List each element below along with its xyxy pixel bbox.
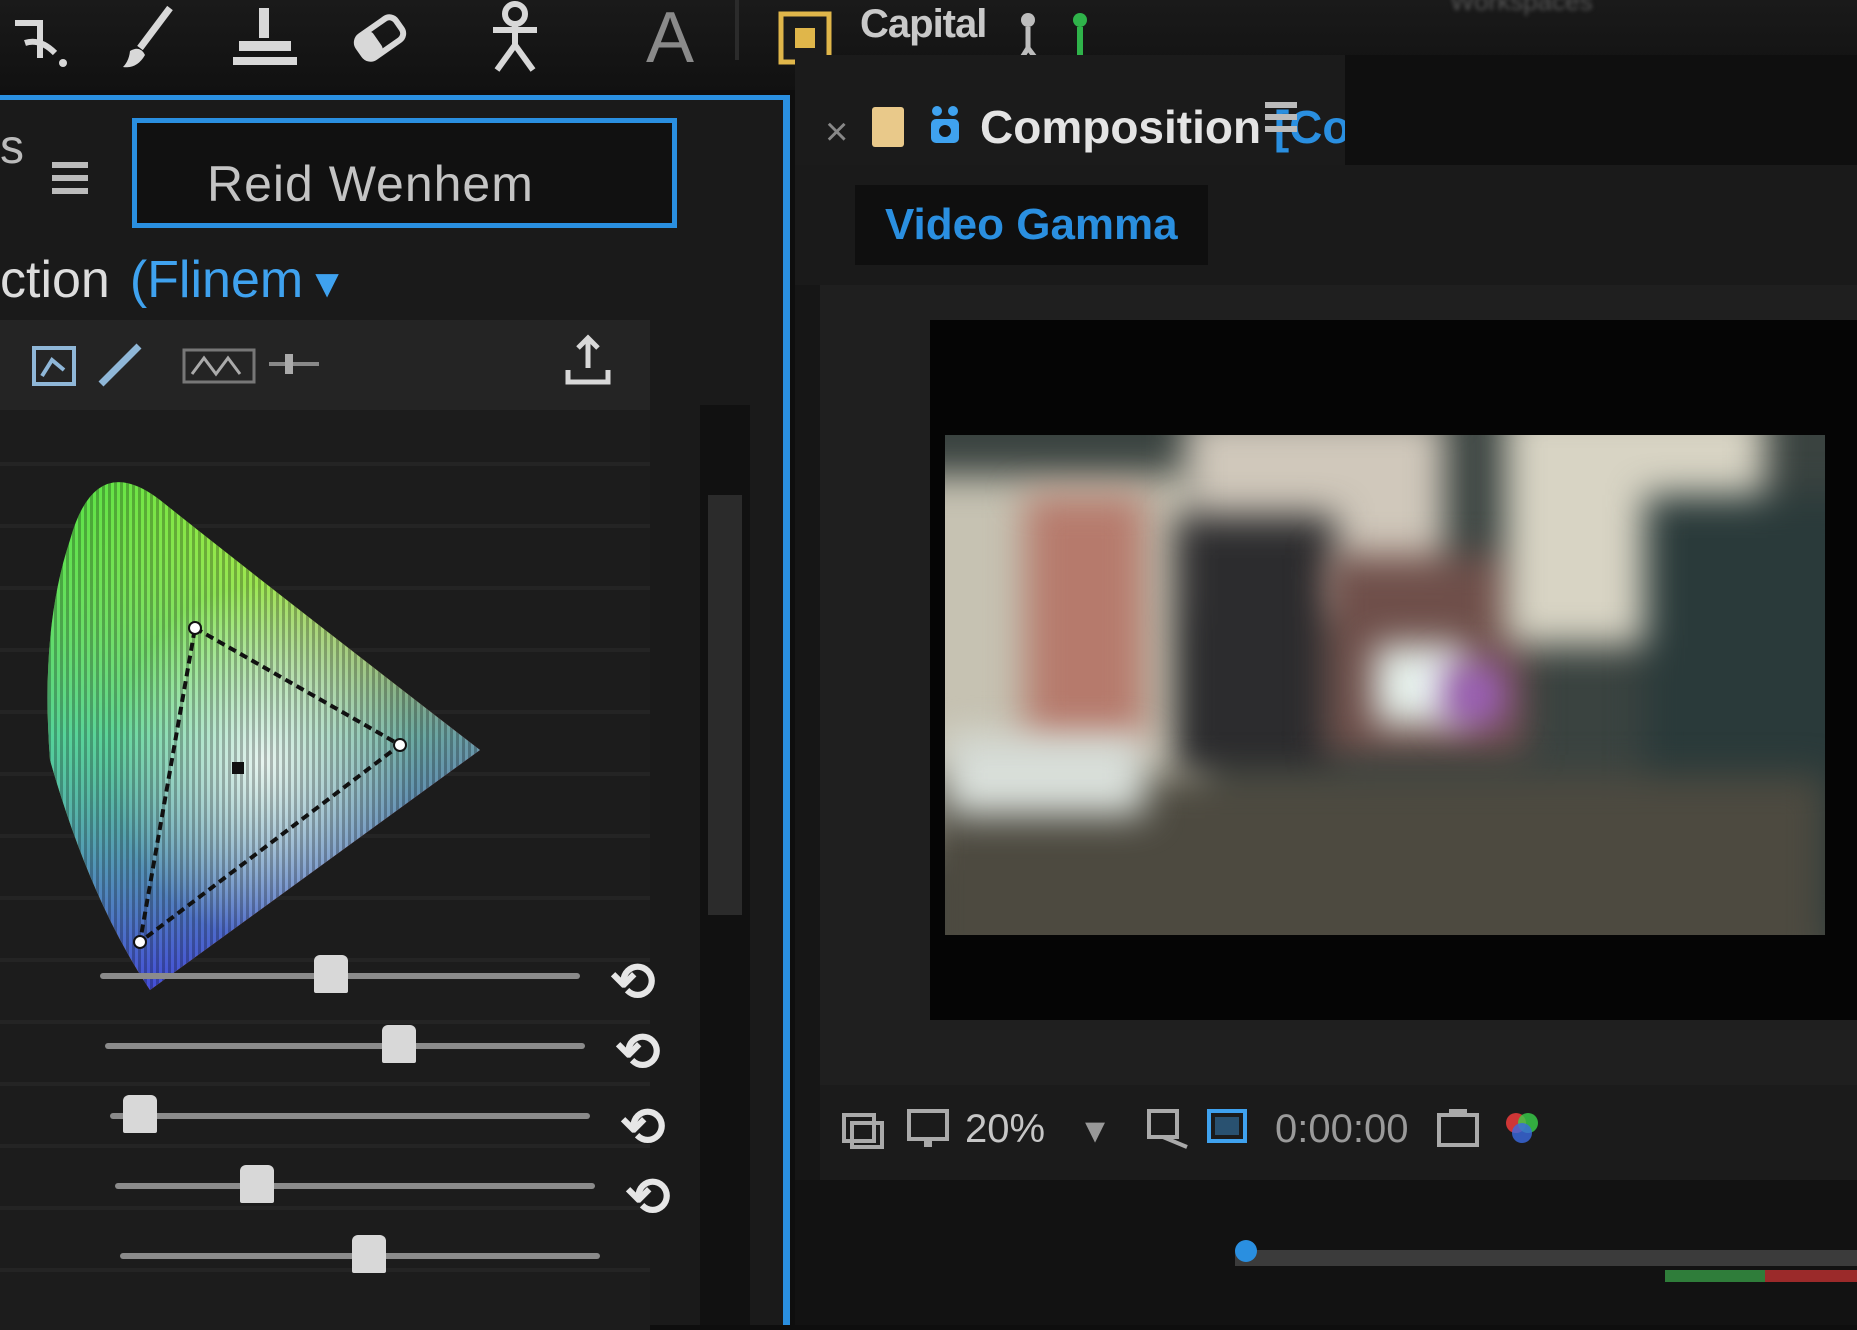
reset-icon[interactable]: ⟲: [610, 950, 655, 1013]
zoom-level[interactable]: 20%: [965, 1107, 1045, 1152]
slider-icon[interactable]: [265, 340, 325, 395]
transparency-grid-icon[interactable]: [1205, 1105, 1251, 1156]
slider-thumb[interactable]: [314, 955, 348, 993]
panel-title-tab[interactable]: Reid Wenhem: [132, 118, 677, 228]
parameter-slider[interactable]: [110, 1095, 590, 1135]
composition-color-swatch: [872, 107, 904, 147]
composition-header: × Composition [Control]: [795, 55, 1857, 165]
effects-scrollbar[interactable]: [700, 405, 750, 1325]
capital-label[interactable]: Capital: [860, 2, 987, 47]
playhead[interactable]: [1235, 1240, 1257, 1262]
channel-icon[interactable]: [180, 340, 260, 395]
view-tab-bar: Video Gamma: [795, 165, 1857, 285]
pen-tool-icon[interactable]: [0, 0, 80, 75]
eraser-tool-icon[interactable]: [340, 0, 420, 75]
puppet-pin-tool-icon[interactable]: [470, 0, 560, 75]
render-bar: [1765, 1270, 1857, 1282]
color-channel-icon[interactable]: [1500, 1105, 1546, 1156]
effect-tool-row: [0, 320, 650, 410]
chevron-down-icon[interactable]: ▾: [1085, 1107, 1105, 1153]
effect-row: ction (Flinem ▼: [0, 250, 347, 310]
scrollbar-thumb[interactable]: [708, 495, 742, 915]
composition-panel: × Composition [Control] Video Gamma: [795, 55, 1857, 1325]
slider-track[interactable]: [115, 1183, 595, 1189]
parameter-slider[interactable]: [120, 1235, 600, 1275]
composition-viewer[interactable]: [820, 285, 1857, 1085]
tab-video-gamma[interactable]: Video Gamma: [855, 185, 1208, 265]
slider-thumb[interactable]: [382, 1025, 416, 1063]
toolbar-divider: [735, 0, 739, 60]
panel-menu-icon[interactable]: [52, 160, 92, 201]
effect-mode-dropdown[interactable]: (Flinem: [130, 251, 303, 309]
slider-thumb[interactable]: [123, 1095, 157, 1133]
slider-thumb[interactable]: [240, 1165, 274, 1203]
brush-tool-icon[interactable]: [110, 0, 190, 75]
snapshot-icon[interactable]: [1435, 1105, 1481, 1156]
composition-title-text: Composition: [980, 101, 1262, 153]
parameter-slider[interactable]: [115, 1165, 595, 1205]
composition-icon: [925, 103, 965, 152]
dropdown-arrow-icon[interactable]: ▼: [307, 262, 347, 306]
slider-track[interactable]: [110, 1113, 590, 1119]
panel-title: Reid Wenhem: [207, 156, 534, 212]
graph-icon[interactable]: [30, 340, 80, 395]
slider-thumb[interactable]: [352, 1235, 386, 1273]
slider-track[interactable]: [105, 1043, 585, 1049]
effect-label: ction: [0, 251, 110, 309]
panel-tab-fragment[interactable]: s: [0, 120, 24, 175]
resolution-icon[interactable]: [1145, 1105, 1191, 1156]
workspaces-label[interactable]: Workspaces: [1450, 0, 1593, 17]
video-frame: [945, 435, 1825, 935]
curve-icon[interactable]: [95, 340, 145, 395]
panel-header-strip: [1345, 55, 1857, 165]
type-tool-icon[interactable]: A: [630, 0, 710, 78]
panel-menu-icon[interactable]: [1265, 100, 1301, 141]
timeline-ruler[interactable]: [795, 1180, 1857, 1325]
effect-controls-panel: s Reid Wenhem ction (Flinem ▼ ⟲ ⟲ ⟲ ⟲: [0, 95, 790, 1330]
parameter-slider[interactable]: [100, 955, 580, 995]
reset-icon[interactable]: ⟲: [625, 1165, 670, 1228]
time-ruler[interactable]: [1235, 1250, 1857, 1266]
monitor-icon[interactable]: [905, 1105, 951, 1156]
reset-icon[interactable]: ⟲: [615, 1020, 660, 1083]
parameter-slider[interactable]: [105, 1025, 585, 1065]
export-icon[interactable]: [560, 330, 616, 391]
close-icon[interactable]: ×: [825, 110, 848, 155]
region-of-interest-icon[interactable]: [840, 1105, 886, 1156]
viewer-footer: 20% ▾ 0:00:00: [820, 1085, 1857, 1180]
clone-stamp-tool-icon[interactable]: [220, 0, 310, 75]
current-time[interactable]: 0:00:00: [1275, 1107, 1408, 1152]
reset-icon[interactable]: ⟲: [620, 1095, 665, 1158]
